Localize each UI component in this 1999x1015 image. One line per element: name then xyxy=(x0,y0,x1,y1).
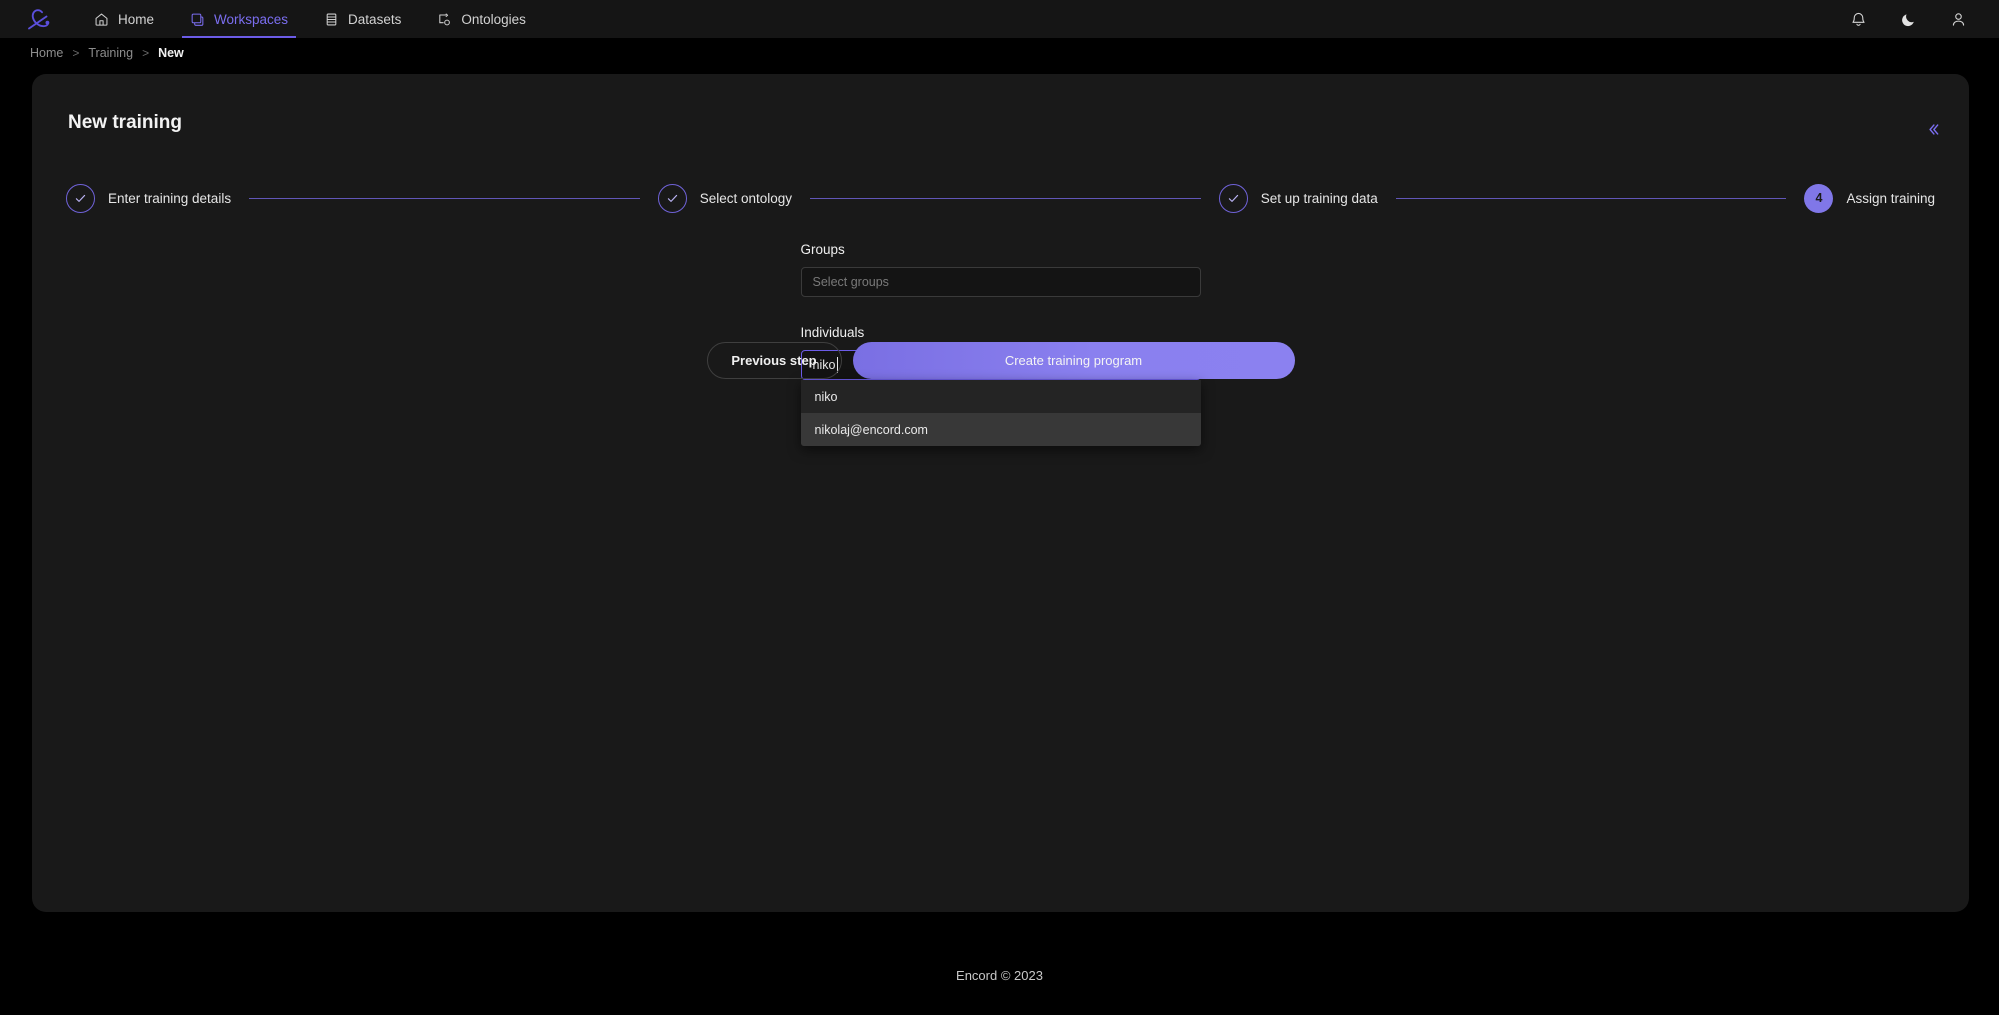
stepper-step-enter-training-details[interactable]: Enter training details xyxy=(66,183,232,213)
breadcrumb-item-training[interactable]: Training xyxy=(88,46,133,60)
step-check-icon xyxy=(657,183,687,213)
create-training-program-button[interactable]: Create training program xyxy=(852,342,1295,379)
assign-training-form: Groups Individuals niko nikolaj@encord.c… xyxy=(706,242,1295,446)
groups-field-group: Groups xyxy=(800,242,1201,297)
groups-select-input[interactable] xyxy=(800,267,1201,297)
stepper-step-set-up-training-data[interactable]: Set up training data xyxy=(1218,183,1378,213)
stepper-step-select-ontology[interactable]: Select ontology xyxy=(657,183,793,213)
dropdown-option-nikolaj-encord-com[interactable]: nikolaj@encord.com xyxy=(800,413,1201,446)
breadcrumb: Home > Training > New xyxy=(0,38,1999,68)
workspaces-icon xyxy=(190,12,205,27)
individuals-suggestions-dropdown: niko nikolaj@encord.com xyxy=(800,380,1201,446)
breadcrumb-separator: > xyxy=(142,46,150,60)
user-account-icon[interactable] xyxy=(1950,11,1967,28)
breadcrumb-separator: > xyxy=(72,46,80,60)
nav-item-home[interactable]: Home xyxy=(76,0,172,38)
form-actions: Previous step Create training program xyxy=(706,342,1295,379)
datasets-icon xyxy=(324,12,339,27)
page-footer: Encord © 2023 xyxy=(0,935,1999,1015)
stepper-step-assign-training[interactable]: 4 Assign training xyxy=(1804,183,1936,213)
top-navigation-bar: Home Workspaces Datasets Ontologies xyxy=(0,0,1999,38)
dropdown-option-niko[interactable]: niko xyxy=(800,380,1201,413)
step-label: Set up training data xyxy=(1260,190,1378,206)
previous-step-button[interactable]: Previous step xyxy=(706,342,842,379)
chevron-double-left-icon[interactable] xyxy=(1921,117,1945,141)
nav-item-label: Ontologies xyxy=(461,11,526,27)
nav-item-workspaces[interactable]: Workspaces xyxy=(172,0,306,38)
step-label: Enter training details xyxy=(108,190,232,206)
progress-stepper: Enter training details Select ontology S… xyxy=(66,176,1935,220)
step-number-badge: 4 xyxy=(1804,183,1834,213)
new-training-card: New training Enter training details Sele… xyxy=(32,74,1969,912)
nav-item-ontologies[interactable]: Ontologies xyxy=(419,0,544,38)
step-label: Assign training xyxy=(1846,190,1936,206)
page-title: New training xyxy=(68,112,183,133)
dark-mode-moon-icon[interactable] xyxy=(1900,11,1917,28)
breadcrumb-item-new: New xyxy=(158,46,184,60)
individuals-label: Individuals xyxy=(800,325,865,340)
step-check-icon xyxy=(1218,183,1248,213)
stepper-connector xyxy=(1395,197,1787,199)
nav-item-datasets[interactable]: Datasets xyxy=(306,0,419,38)
copyright-text: Encord © 2023 xyxy=(956,967,1043,983)
encord-logo-icon[interactable] xyxy=(24,4,54,34)
notifications-bell-icon[interactable] xyxy=(1850,11,1867,28)
main-nav-items: Home Workspaces Datasets Ontologies xyxy=(76,0,544,38)
groups-label: Groups xyxy=(800,242,845,257)
stepper-connector xyxy=(810,197,1201,199)
stepper-connector xyxy=(249,197,640,199)
breadcrumb-item-home[interactable]: Home xyxy=(30,46,63,60)
home-icon xyxy=(94,12,109,27)
nav-item-label: Datasets xyxy=(348,11,402,27)
ontologies-icon xyxy=(437,12,452,27)
nav-right-icons xyxy=(1850,11,1977,28)
step-check-icon xyxy=(66,183,95,213)
nav-item-label: Workspaces xyxy=(214,11,289,27)
nav-item-label: Home xyxy=(118,11,155,27)
step-label: Select ontology xyxy=(699,190,793,206)
